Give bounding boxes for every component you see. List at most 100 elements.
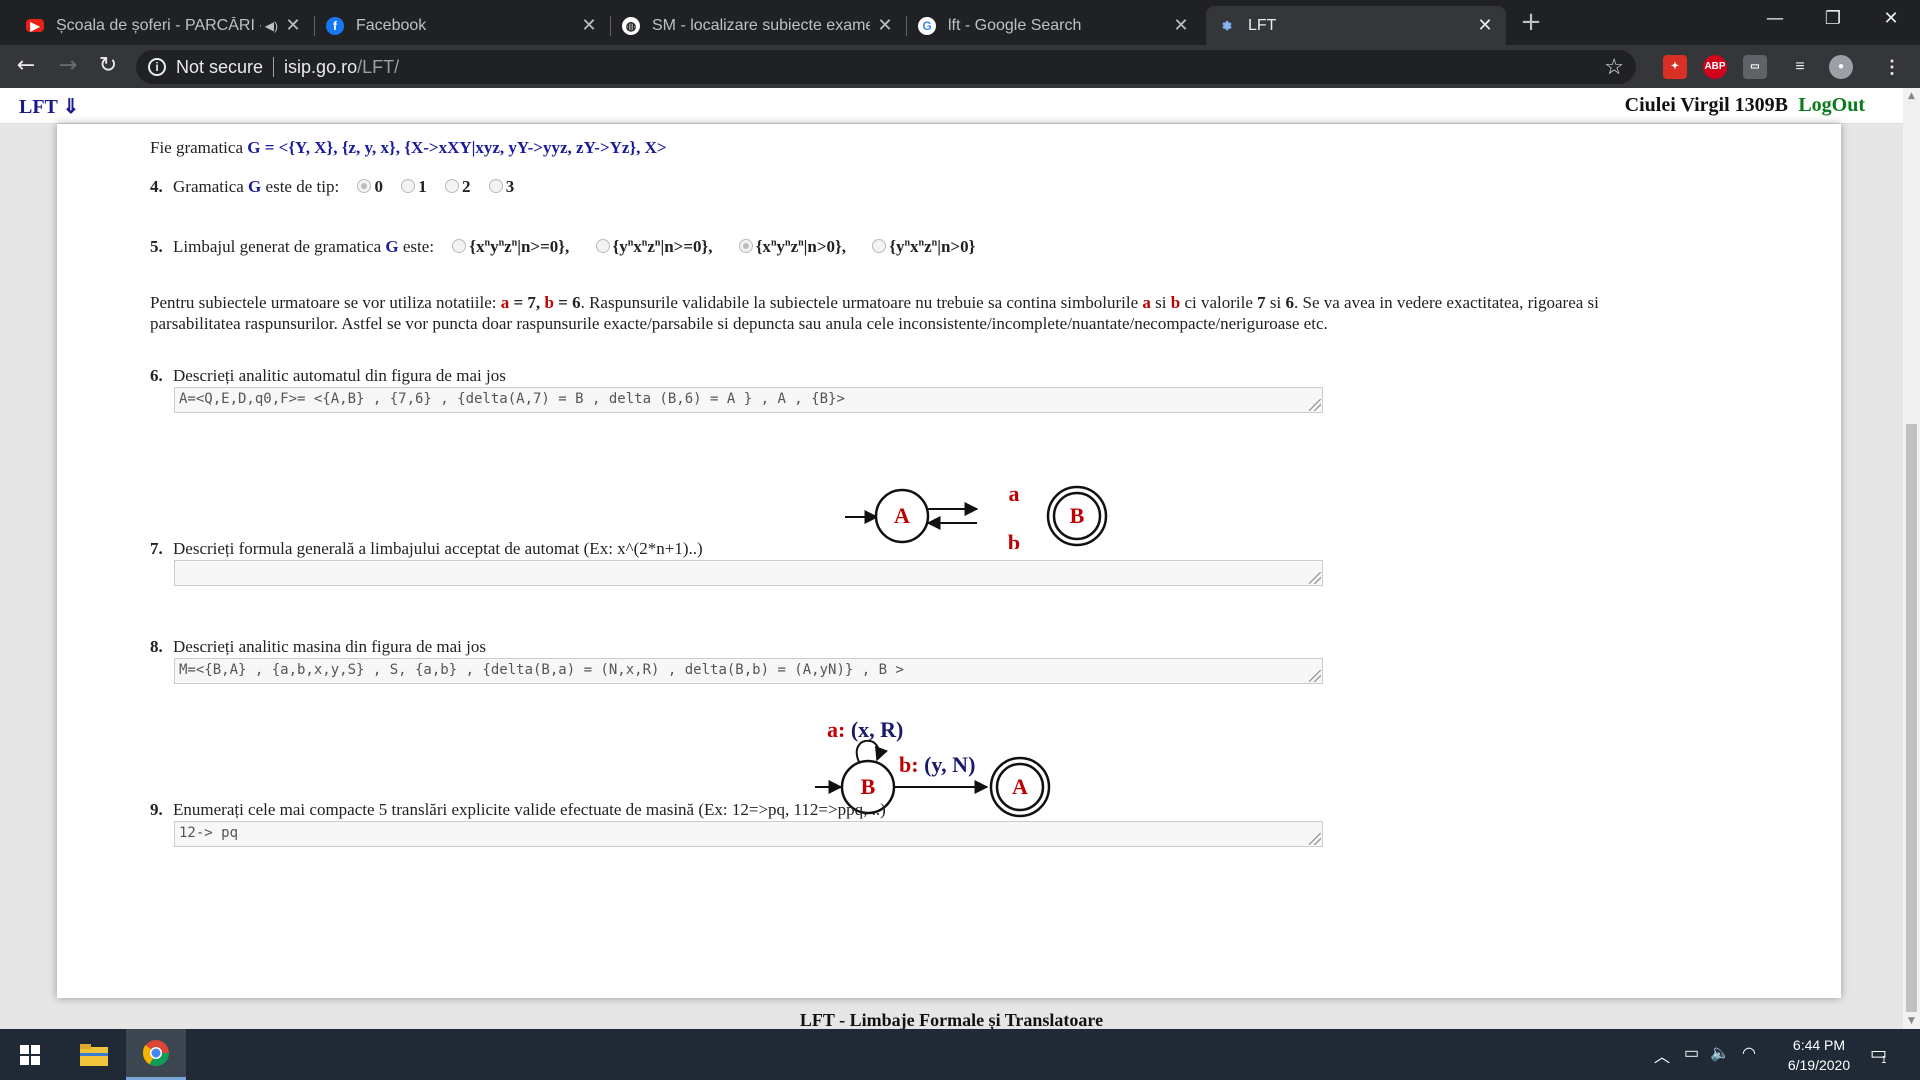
maximize-button[interactable]: ❐ bbox=[1806, 0, 1860, 40]
page-viewport: LFT ⇓ Ciulei Virgil 1309B LogOut Fie gra… bbox=[0, 88, 1903, 1029]
address-divider bbox=[273, 57, 275, 77]
question-7: 7. Descrieți formula generală a limbajulu… bbox=[150, 539, 703, 558]
chrome-taskbar-button[interactable] bbox=[126, 1029, 186, 1080]
question-9: 9. Enumerați cele mai compacte 5 translăr… bbox=[150, 800, 886, 819]
page-scrollbar[interactable]: ▲ ▼ bbox=[1903, 88, 1920, 1029]
globe-icon: ◍ bbox=[622, 16, 640, 35]
new-tab-button[interactable]: + bbox=[1516, 8, 1546, 38]
question-number: 5. bbox=[150, 237, 163, 256]
menu-kebab-icon[interactable]: ⋮ bbox=[1880, 55, 1904, 79]
adblock-plus-icon[interactable]: ABP bbox=[1703, 55, 1727, 79]
answer-8-textarea[interactable]: M=<{B,A} , {a,b,x,y,S} , S, {a,b} , {del… bbox=[174, 658, 1323, 684]
state-a-label: A bbox=[1012, 774, 1028, 799]
lft-home-link[interactable]: LFT ⇓ bbox=[19, 94, 79, 119]
address-bar[interactable]: i Not secure isip.go.ro /LFT/ ☆ bbox=[136, 50, 1636, 84]
browser-tab-strip: ▶ Școala de șoferi - PARCĂRI - ◀) ✕ f Fa… bbox=[0, 0, 1920, 45]
question-5: 5. Limbajul generat de gramatica G este: … bbox=[150, 237, 976, 256]
radio-language-2[interactable] bbox=[595, 239, 610, 253]
answer-7-textarea[interactable] bbox=[174, 560, 1323, 586]
tab-sm-localizare[interactable]: ◍ SM - localizare subiecte examen ✕ bbox=[610, 6, 907, 45]
windows-taskbar: ︿ ▭ 🔈 ◠ 6:44 PM 6/19/2020 ▭1 bbox=[0, 1029, 1920, 1080]
extension-red-icon[interactable]: ✦ bbox=[1663, 55, 1687, 79]
radio-type-0[interactable] bbox=[357, 179, 372, 193]
back-button[interactable]: ← bbox=[10, 51, 42, 83]
question-number: 7. bbox=[150, 539, 163, 558]
bookmark-star-icon[interactable]: ☆ bbox=[1604, 54, 1624, 80]
question-number: 4. bbox=[150, 177, 163, 196]
radio-language-1[interactable] bbox=[452, 239, 467, 253]
edge-label-a: a bbox=[1009, 481, 1020, 506]
language-option-1: {xnynzn|n>=0}, bbox=[469, 237, 570, 256]
file-explorer-button[interactable] bbox=[64, 1029, 124, 1080]
resize-grip-icon[interactable] bbox=[1309, 399, 1321, 411]
chrome-icon bbox=[142, 1040, 170, 1067]
close-window-button[interactable]: ✕ bbox=[1864, 0, 1918, 40]
wifi-icon[interactable]: ◠ bbox=[1742, 1043, 1756, 1063]
close-tab-icon[interactable]: ✕ bbox=[580, 15, 598, 36]
url-host[interactable]: isip.go.ro bbox=[284, 57, 357, 78]
volume-icon[interactable]: 🔈 bbox=[1710, 1043, 1730, 1063]
state-b-label: B bbox=[1070, 503, 1085, 528]
extension-cast-icon[interactable]: ▭ bbox=[1743, 55, 1767, 79]
browser-toolbar: ← → ↻ i Not secure isip.go.ro /LFT/ ☆ ✦ … bbox=[0, 45, 1920, 88]
start-button[interactable] bbox=[0, 1029, 60, 1080]
question-number: 6. bbox=[150, 366, 163, 385]
state-a-label: A bbox=[894, 503, 910, 528]
tab-google-search[interactable]: G lft - Google Search ✕ bbox=[906, 6, 1202, 45]
language-option-4: {ynxnzn|n>0} bbox=[889, 237, 976, 256]
profile-avatar[interactable]: ● bbox=[1829, 55, 1853, 79]
grammar-definition: Fie gramatica G = <{Y, X}, {z, y, x}, {X… bbox=[150, 138, 667, 157]
info-icon[interactable]: i bbox=[148, 58, 166, 76]
resize-grip-icon[interactable] bbox=[1309, 572, 1321, 584]
tab-scoala-de-soferi[interactable]: ▶ Școala de șoferi - PARCĂRI - ◀) ✕ bbox=[14, 6, 315, 45]
close-tab-icon[interactable]: ✕ bbox=[1476, 15, 1494, 36]
taskbar-clock[interactable]: 6:44 PM 6/19/2020 bbox=[1774, 1035, 1864, 1075]
scroll-up-icon[interactable]: ▲ bbox=[1903, 88, 1920, 104]
state-b-label: B bbox=[861, 774, 876, 799]
windows-logo-icon bbox=[20, 1044, 40, 1065]
question-4: 4. Gramatica G este de tip: 0 1 2 3 bbox=[150, 177, 515, 196]
scroll-thumb[interactable] bbox=[1906, 424, 1917, 1012]
radio-language-3[interactable] bbox=[738, 239, 753, 253]
radio-type-2[interactable] bbox=[444, 179, 459, 193]
answer-6-textarea[interactable]: A=<Q,E,D,q0,F>= <{A,B} , {7,6} , {delta(… bbox=[174, 387, 1323, 413]
resize-grip-icon[interactable] bbox=[1309, 833, 1321, 845]
page-header-bar: LFT ⇓ Ciulei Virgil 1309B LogOut bbox=[0, 88, 1903, 124]
reading-list-icon[interactable]: ≡ bbox=[1788, 55, 1812, 79]
close-tab-icon[interactable]: ✕ bbox=[284, 15, 302, 36]
lft-favicon-icon: ❃ bbox=[1221, 18, 1233, 33]
language-option-2: {ynxnzn|n>=0}, bbox=[612, 237, 713, 256]
tab-lft[interactable]: ❃ LFT ✕ bbox=[1206, 6, 1506, 45]
security-label[interactable]: Not secure bbox=[176, 57, 263, 78]
audio-playing-icon[interactable]: ◀) bbox=[265, 19, 278, 33]
forward-button[interactable]: → bbox=[52, 51, 84, 83]
language-option-3: {xnynzn|n>0}, bbox=[755, 237, 847, 256]
question-8: 8. Descrieți analitic masina din figura d… bbox=[150, 637, 486, 656]
edge-label: b: (y, N) bbox=[899, 752, 975, 777]
url-path[interactable]: /LFT/ bbox=[357, 57, 399, 78]
radio-type-1[interactable] bbox=[401, 179, 416, 193]
page-footer: LFT - Limbaje Formale și Translatoare bbox=[799, 1010, 1104, 1029]
tab-facebook[interactable]: f Facebook ✕ bbox=[314, 6, 611, 45]
logout-link[interactable]: LogOut bbox=[1798, 94, 1865, 117]
radio-language-4[interactable] bbox=[872, 239, 887, 253]
edge-label-b: b bbox=[1008, 530, 1020, 549]
radio-type-3[interactable] bbox=[488, 179, 503, 193]
tray-chevron-icon[interactable]: ︿ bbox=[1654, 1043, 1670, 1067]
self-loop-b bbox=[855, 739, 889, 763]
notifications-icon[interactable]: ▭1 bbox=[1870, 1043, 1893, 1066]
scroll-down-icon[interactable]: ▼ bbox=[1903, 1013, 1920, 1029]
question-6: 6. Descrieți analitic automatul din figur… bbox=[150, 366, 506, 385]
question-number: 9. bbox=[150, 800, 163, 819]
youtube-icon: ▶ bbox=[26, 19, 44, 33]
loop-label: a: (x, R) bbox=[827, 717, 903, 742]
close-tab-icon[interactable]: ✕ bbox=[876, 15, 894, 36]
resize-grip-icon[interactable] bbox=[1309, 670, 1321, 682]
automaton-diagram: A a b B bbox=[845, 481, 1108, 549]
minimize-button[interactable]: — bbox=[1748, 0, 1802, 40]
close-tab-icon[interactable]: ✕ bbox=[1172, 15, 1190, 36]
battery-icon[interactable]: ▭ bbox=[1684, 1043, 1699, 1063]
answer-9-textarea[interactable]: 12-> pq bbox=[174, 821, 1323, 847]
reload-button[interactable]: ↻ bbox=[92, 51, 124, 83]
google-icon: G bbox=[918, 16, 936, 35]
